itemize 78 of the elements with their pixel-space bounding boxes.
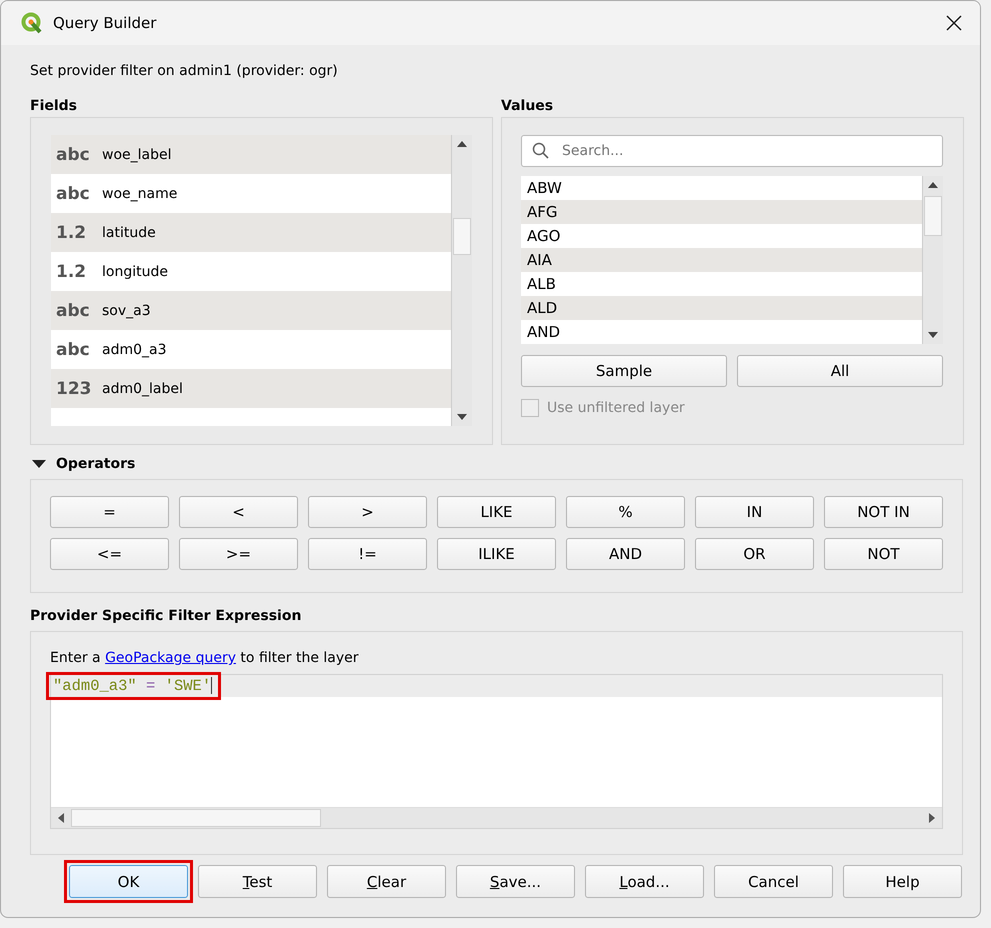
field-type-label: abc (56, 184, 91, 204)
field-item[interactable]: abc sov_a3 (51, 291, 451, 330)
operator-button[interactable]: = (50, 496, 169, 528)
subtitle-text: Set provider filter on admin1 (provider: ogr) (30, 63, 339, 81)
dialog-button[interactable]: OK (69, 865, 188, 898)
vertical-scrollbar[interactable] (922, 176, 943, 344)
scroll-right-icon[interactable] (929, 813, 935, 823)
operator-button[interactable]: AND (566, 538, 685, 570)
dialog-button[interactable]: Load... (585, 865, 704, 898)
operators-heading: Operators (56, 456, 136, 472)
field-type-label: 1.2 (56, 262, 88, 282)
scroll-up-icon[interactable] (457, 141, 467, 147)
operator-button[interactable]: < (179, 496, 298, 528)
field-name: woe_name (102, 186, 178, 202)
field-item[interactable]: abc woe_label (51, 135, 451, 174)
fields-heading: Fields (30, 98, 78, 114)
scroll-thumb[interactable] (71, 809, 321, 827)
value-item[interactable]: ALD (521, 296, 922, 320)
dialog-button[interactable]: Help (843, 865, 962, 898)
operator-button[interactable]: <= (50, 538, 169, 570)
operator-button[interactable]: % (566, 496, 685, 528)
search-icon (532, 142, 550, 160)
scroll-thumb[interactable] (453, 218, 471, 255)
window-title: Query Builder (53, 14, 158, 32)
collapse-triangle-icon[interactable] (32, 459, 46, 469)
field-name: longitude (102, 264, 168, 280)
field-name: latitude (102, 224, 156, 240)
hint-text: Enter a GeoPackage query to filter the layer (50, 650, 360, 668)
horizontal-scrollbar[interactable] (51, 807, 942, 828)
close-icon[interactable] (944, 13, 964, 33)
field-type-label: 1.2 (56, 222, 88, 242)
field-type-label: 123 (56, 378, 92, 398)
value-button[interactable]: Sample (521, 355, 727, 387)
scroll-down-icon[interactable] (457, 414, 467, 420)
field-item[interactable]: 1.2 longitude (51, 252, 451, 291)
expression-heading: Provider Specific Filter Expression (30, 608, 302, 624)
field-item[interactable]: 123 adm0_label (51, 369, 451, 408)
checkbox-label: Use unfiltered layer (547, 400, 685, 416)
operator-button[interactable]: != (308, 538, 427, 570)
field-type-label: abc (56, 144, 91, 164)
operator-button[interactable]: > (308, 496, 427, 528)
expression-code: "adm0_a3" = 'SWE' (52, 677, 214, 695)
scroll-up-icon[interactable] (928, 182, 938, 188)
value-item[interactable]: AND (521, 320, 922, 344)
operator-button[interactable]: >= (179, 538, 298, 570)
app-logo-icon (21, 12, 43, 34)
value-item[interactable]: AFG (521, 200, 922, 224)
vertical-scrollbar[interactable] (451, 135, 472, 426)
field-name: adm0_a3 (102, 342, 166, 358)
scroll-down-icon[interactable] (928, 332, 938, 338)
operator-button[interactable]: NOT (824, 538, 943, 570)
operator-button[interactable]: NOT IN (824, 496, 943, 528)
field-item[interactable]: abc woe_name (51, 174, 451, 213)
dialog-button[interactable]: Cancel (714, 865, 833, 898)
dialog-button[interactable]: Save... (456, 865, 575, 898)
geopackage-link[interactable]: GeoPackage query (105, 650, 236, 666)
field-name: adm0_label (102, 380, 183, 396)
scroll-left-icon[interactable] (58, 813, 64, 823)
search-field[interactable]: Search... (521, 135, 943, 167)
operator-button[interactable]: LIKE (437, 496, 556, 528)
field-name: sov_a3 (102, 302, 151, 318)
operator-button[interactable]: ILIKE (437, 538, 556, 570)
values-heading: Values (501, 98, 554, 114)
value-item[interactable]: ALB (521, 272, 922, 296)
value-item[interactable]: AIA (521, 248, 922, 272)
field-type-label: abc (56, 300, 91, 320)
value-item[interactable]: ABW (521, 176, 922, 200)
field-item[interactable]: abc adm0_a3 (51, 330, 451, 369)
value-button[interactable]: All (737, 355, 943, 387)
operator-button[interactable]: OR (695, 538, 814, 570)
scroll-thumb[interactable] (924, 196, 942, 236)
dialog-button[interactable]: Test (198, 865, 317, 898)
dialog-button[interactable]: Clear (327, 865, 446, 898)
field-type-label: abc (56, 340, 91, 360)
field-name: woe_label (102, 146, 172, 162)
value-item[interactable]: AGO (521, 224, 922, 248)
field-item[interactable]: 1.2 latitude (51, 213, 451, 252)
operator-button[interactable]: IN (695, 496, 814, 528)
